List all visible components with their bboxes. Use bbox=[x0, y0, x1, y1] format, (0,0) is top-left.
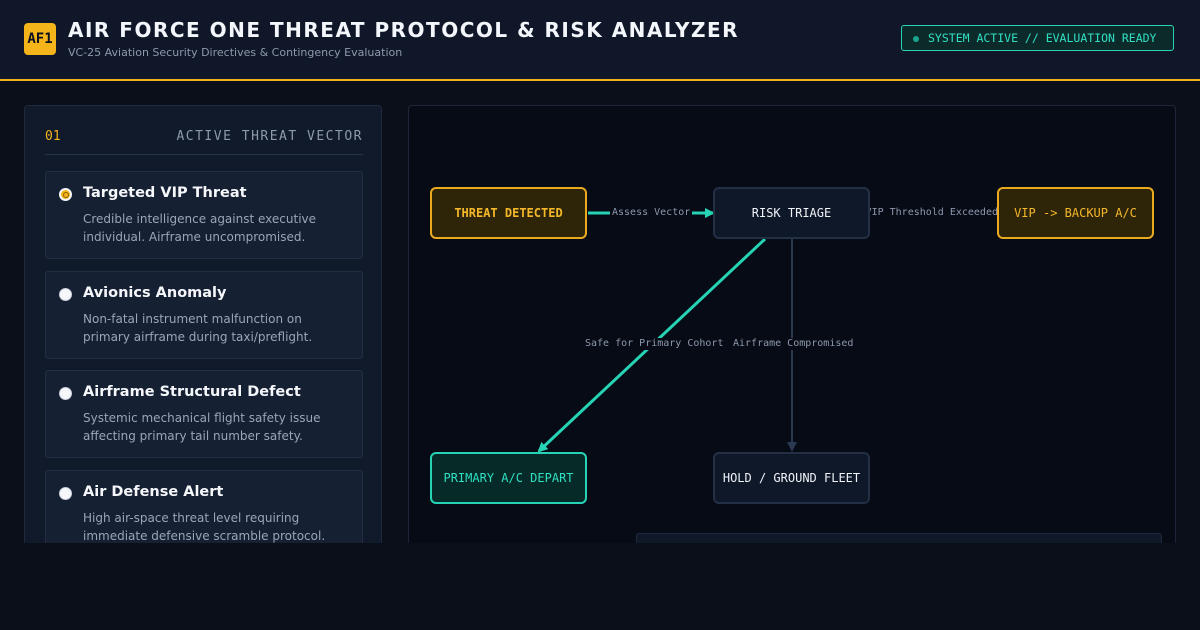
radio-unselected-icon[interactable] bbox=[59, 387, 72, 400]
node-vip-backup[interactable]: VIP -> BACKUP A/C bbox=[997, 187, 1154, 239]
threat-option-desc: Non-fatal instrument malfunction on prim… bbox=[83, 312, 313, 344]
threat-option-desc: Systemic mechanical flight safety issue … bbox=[83, 411, 321, 443]
edge-label-compromised: Airframe Compromised bbox=[731, 338, 856, 350]
threat-option-structural[interactable]: Airframe Structural Defect Systemic mech… bbox=[45, 370, 363, 458]
threat-option-desc: High air-space threat level requiring im… bbox=[83, 511, 326, 543]
threat-option-title: Air Defense Alert bbox=[83, 484, 224, 500]
threat-option-title: Airframe Structural Defect bbox=[83, 384, 301, 400]
system-status-text: SYSTEM ACTIVE // EVALUATION READY bbox=[928, 31, 1157, 45]
node-hold-ground[interactable]: HOLD / GROUND FLEET bbox=[713, 452, 870, 504]
threat-option-avionics[interactable]: Avionics Anomaly Non-fatal instrument ma… bbox=[45, 271, 363, 359]
node-threat-detected[interactable]: THREAT DETECTED bbox=[430, 187, 587, 239]
threat-option-targeted-vip[interactable]: Targeted VIP Threat Credible intelligenc… bbox=[45, 171, 363, 259]
radio-selected-icon[interactable] bbox=[59, 188, 72, 201]
app-logo: AF1 bbox=[24, 23, 56, 55]
threat-option-desc: Credible intelligence against executive … bbox=[83, 212, 317, 244]
threat-option-title: Avionics Anomaly bbox=[83, 285, 227, 301]
panel-header: 01 ACTIVE THREAT VECTOR bbox=[45, 126, 363, 155]
page-footer-band bbox=[0, 543, 1200, 630]
edge-label-assess: Assess Vector bbox=[610, 207, 693, 219]
status-dot-icon bbox=[913, 36, 919, 42]
radio-unselected-icon[interactable] bbox=[59, 487, 72, 500]
system-status-badge: SYSTEM ACTIVE // EVALUATION READY bbox=[901, 25, 1174, 51]
panel-number: 01 bbox=[45, 129, 61, 144]
node-primary-depart[interactable]: PRIMARY A/C DEPART bbox=[430, 452, 587, 504]
page-title: AIR FORCE ONE THREAT PROTOCOL & RISK ANA… bbox=[68, 18, 740, 42]
page-subtitle: VC-25 Aviation Security Directives & Con… bbox=[68, 46, 403, 59]
node-risk-triage[interactable]: RISK TRIAGE bbox=[713, 187, 870, 239]
edge-label-vip: VIP Threshold Exceeded bbox=[867, 207, 998, 219]
threat-vector-panel: 01 ACTIVE THREAT VECTOR Targeted VIP Thr… bbox=[24, 105, 382, 555]
threat-option-title: Targeted VIP Threat bbox=[83, 185, 247, 201]
edge-label-safe: Safe for Primary Cohort bbox=[583, 338, 726, 350]
radio-unselected-icon[interactable] bbox=[59, 288, 72, 301]
protocol-flow-diagram: Assess Vector VIP Threshold Exceeded Saf… bbox=[408, 105, 1176, 555]
app-header: AF1 AIR FORCE ONE THREAT PROTOCOL & RISK… bbox=[0, 0, 1200, 81]
panel-label: ACTIVE THREAT VECTOR bbox=[176, 129, 363, 144]
